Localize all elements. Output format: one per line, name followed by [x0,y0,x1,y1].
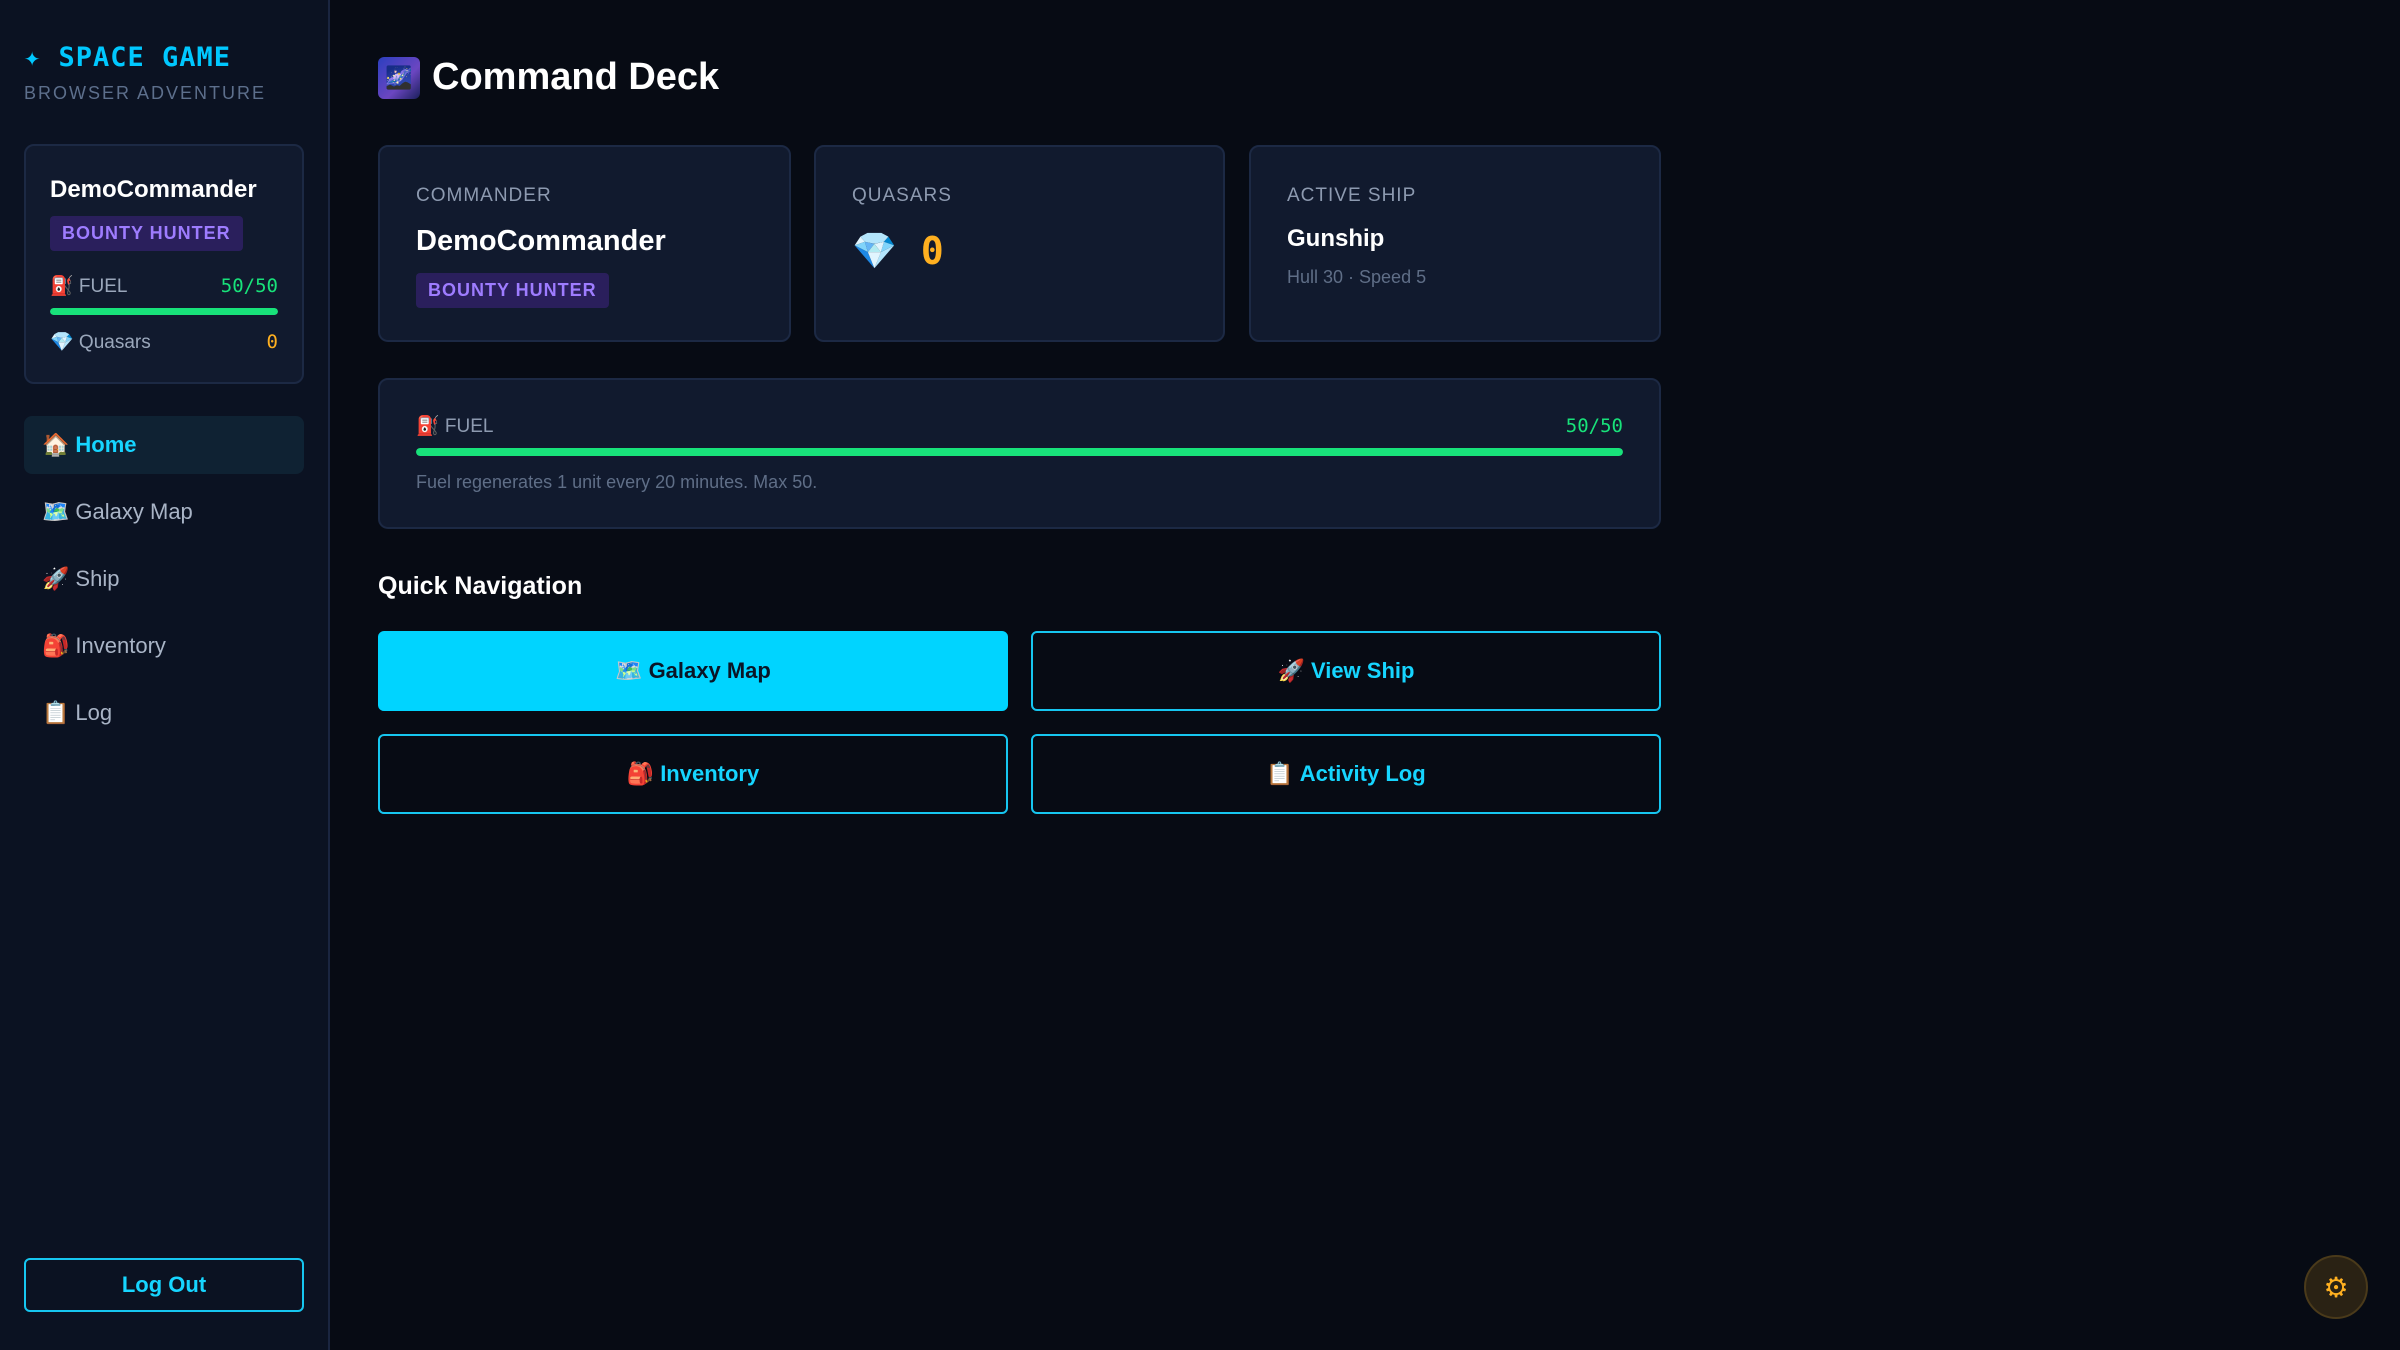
rocket-icon: 🚀 [42,566,70,591]
clipboard-icon: 📋 [1266,761,1294,786]
gear-icon: ⚙ [2323,1271,2349,1303]
map-icon: 🗺️ [615,658,643,683]
fuel-panel: ⛽ FUEL 50/50 Fuel regenerates 1 unit eve… [378,378,1661,529]
active-ship-card: ACTIVE SHIP Gunship Hull 30 · Speed 5 [1249,145,1661,342]
fuel-value: 50/50 [220,275,278,297]
button-label: Activity Log [1299,761,1426,786]
quasars-value: 0 [266,331,278,353]
profile-name: DemoCommander [50,176,257,203]
fuel-panel-header: ⛽ FUEL 50/50 [416,414,1623,438]
fuel-progress-fill [416,448,1623,456]
profile-fuel-row: ⛽ FUEL 50/50 [50,274,278,298]
role-badge: BOUNTY HUNTER [50,216,243,251]
sidebar-item-label: Log [75,700,113,725]
clipboard-icon: 📋 [42,700,70,725]
rocket-icon: 🚀 [1277,658,1305,683]
sidebar-item-label: Home [75,432,137,457]
button-label: Inventory [660,761,760,786]
quasars-card: QUASARS 💎 0 [814,145,1225,342]
fuel-note: Fuel regenerates 1 unit every 20 minutes… [416,472,818,492]
galaxy-icon: 🌌 [378,56,420,99]
commander-card: COMMANDER DemoCommander BOUNTY HUNTER [378,145,791,342]
role-badge: BOUNTY HUNTER [416,273,609,308]
button-label: Galaxy Map [648,658,771,683]
page-title-text: Command Deck [432,56,720,98]
profile-card: DemoCommander BOUNTY HUNTER ⛽ FUEL 50/50… [24,144,304,384]
profile-quasars-row: 💎 Quasars 0 [50,330,278,354]
map-icon: 🗺️ [42,499,70,524]
fuel-label: ⛽ FUEL [416,416,494,437]
backpack-icon: 🎒 [42,633,70,658]
fuel-label: ⛽ FUEL [50,276,128,297]
home-icon: 🏠 [42,432,70,457]
backpack-icon: 🎒 [626,761,655,786]
page-title: 🌌 Command Deck [378,56,719,99]
card-label: ACTIVE SHIP [1287,185,1417,206]
activity-log-button[interactable]: 📋 Activity Log [1031,734,1661,814]
sidebar-item-log[interactable]: 📋 Log [24,684,304,742]
quasar-value: 0 [920,229,944,273]
galaxy-map-button[interactable]: 🗺️ Galaxy Map [378,631,1008,711]
sidebar-item-galaxy-map[interactable]: 🗺️ Galaxy Map [24,483,304,541]
sidebar-item-inventory[interactable]: 🎒 Inventory [24,617,304,675]
sidebar-item-label: Ship [75,566,120,591]
sidebar: ✦ SPACE GAME BROWSER ADVENTURE DemoComma… [0,0,330,1350]
ship-stats: Hull 30 · Speed 5 [1287,267,1427,287]
gem-icon: 💎 [852,230,897,271]
settings-button[interactable]: ⚙ [2304,1255,2368,1319]
logout-button[interactable]: Log Out [24,1258,304,1312]
fuel-progress-bar [416,448,1623,456]
button-label: View Ship [1310,658,1415,683]
inventory-button[interactable]: 🎒 Inventory [378,734,1008,814]
commander-name: DemoCommander [416,225,666,257]
card-label: COMMANDER [416,185,552,206]
sidebar-item-ship[interactable]: 🚀 Ship [24,550,304,608]
main-content: 🌌 Command Deck COMMANDER DemoCommander B… [332,0,2400,1350]
brand: ✦ SPACE GAME BROWSER ADVENTURE [24,42,266,104]
fuel-value: 50/50 [1565,415,1623,437]
quick-nav-title: Quick Navigation [378,572,583,600]
brand-subtitle: BROWSER ADVENTURE [24,83,267,103]
view-ship-button[interactable]: 🚀 View Ship [1031,631,1661,711]
brand-title: ✦ SPACE GAME [24,42,232,73]
sidebar-item-label: Galaxy Map [75,499,193,524]
profile-fuel-bar [50,308,278,315]
quasars-label: 💎 Quasars [50,332,151,353]
sidebar-item-label: Inventory [75,633,166,658]
sidebar-item-home[interactable]: 🏠 Home [24,416,304,474]
ship-name: Gunship [1287,225,1385,252]
quasar-row: 💎 0 [852,229,944,273]
profile-fuel-fill [50,308,278,315]
sidebar-nav: 🏠 Home 🗺️ Galaxy Map 🚀 Ship 🎒 Inventory … [24,416,304,751]
card-label: QUASARS [852,185,952,206]
